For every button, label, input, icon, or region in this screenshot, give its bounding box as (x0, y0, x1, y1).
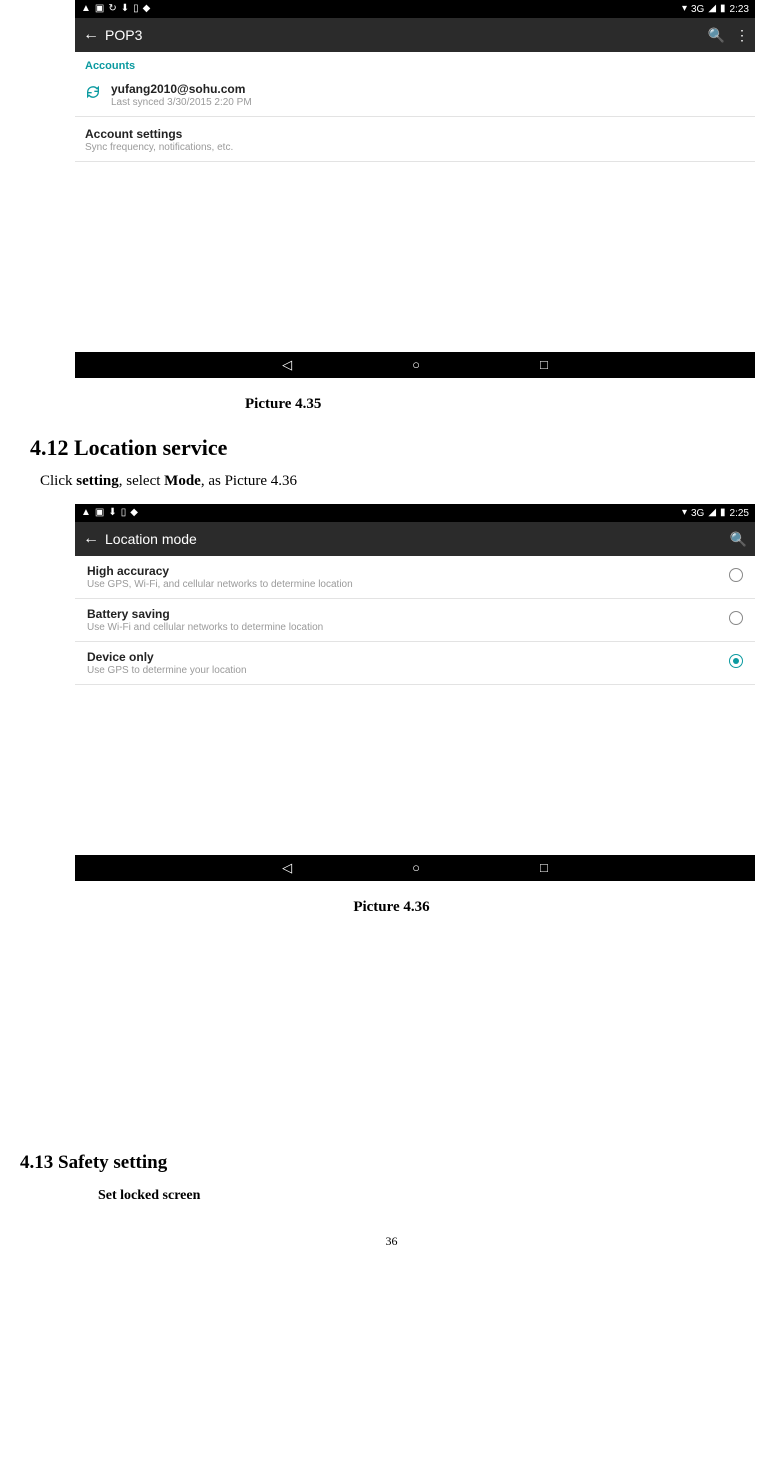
search-icon[interactable]: 🔍 (730, 531, 747, 548)
debug-icon: ◆ (130, 508, 138, 518)
row-title: Device only (87, 650, 729, 664)
signal-icon: ◢ (708, 4, 716, 14)
caption-436: Picture 4.36 (20, 899, 763, 916)
account-synced: Last synced 3/30/2015 2:20 PM (111, 97, 745, 108)
sdcard-icon: ▯ (133, 4, 139, 14)
notif-icon: ▣ (95, 4, 104, 14)
sdcard-icon: ▯ (121, 508, 127, 518)
nav-home-icon[interactable]: ○ (412, 860, 420, 876)
row-sub: Use GPS to determine your location (87, 665, 729, 676)
section-412-heading: 4.12 Location service (30, 435, 763, 461)
status-bar: ▲ ▣ ⬇ ▯ ◆ ▾ 3G ◢ ▮ 2:25 (75, 504, 755, 522)
nav-bar: ◁ ○ □ (75, 855, 755, 881)
sync-icon (85, 84, 101, 100)
notif-icon: ▣ (95, 508, 104, 518)
back-icon[interactable]: ← (83, 531, 99, 547)
warning-icon: ▲ (81, 508, 91, 518)
nav-bar: ◁ ○ □ (75, 352, 755, 378)
back-icon[interactable]: ← (83, 27, 99, 43)
nav-recent-icon[interactable]: □ (540, 357, 548, 373)
account-row[interactable]: yufang2010@sohu.com Last synced 3/30/201… (75, 76, 755, 117)
radio-selected-icon[interactable] (729, 654, 743, 668)
clock-label: 2:25 (730, 508, 749, 519)
account-settings-row[interactable]: Account settings Sync frequency, notific… (75, 117, 755, 162)
account-settings-sub: Sync frequency, notifications, etc. (85, 142, 745, 153)
screenshot-location-mode: ▲ ▣ ⬇ ▯ ◆ ▾ 3G ◢ ▮ 2:25 ← Location mode … (75, 504, 755, 881)
section-413-sub: Set locked screen (98, 1188, 763, 1204)
battery-icon: ▮ (720, 508, 726, 518)
app-title: Location mode (105, 531, 197, 547)
nav-home-icon[interactable]: ○ (412, 357, 420, 373)
wifi-icon: ▾ (682, 508, 687, 518)
accounts-header: Accounts (75, 52, 755, 76)
app-bar: ← Location mode 🔍 (75, 522, 755, 556)
radio-icon[interactable] (729, 611, 743, 625)
row-sub: Use GPS, Wi-Fi, and cellular networks to… (87, 579, 729, 590)
location-row-device-only[interactable]: Device only Use GPS to determine your lo… (75, 642, 755, 685)
network-label: 3G (691, 508, 704, 519)
account-settings-title: Account settings (85, 127, 745, 141)
clock-label: 2:23 (730, 4, 749, 15)
caption-435: Picture 4.35 (20, 396, 763, 413)
status-bar: ▲ ▣ ↻ ⬇ ▯ ◆ ▾ 3G ◢ ▮ 2:23 (75, 0, 755, 18)
radio-icon[interactable] (729, 568, 743, 582)
page-number: 36 (20, 1234, 763, 1249)
section-413-heading: 4.13 Safety setting (20, 1152, 763, 1174)
sync-status-icon: ↻ (108, 4, 116, 14)
row-sub: Use Wi-Fi and cellular networks to deter… (87, 622, 729, 633)
account-email: yufang2010@sohu.com (111, 82, 745, 96)
wifi-icon: ▾ (682, 4, 687, 14)
app-bar: ← POP3 🔍 ⋮ (75, 18, 755, 52)
nav-back-icon[interactable]: ◁ (282, 357, 292, 373)
location-row-battery-saving[interactable]: Battery saving Use Wi-Fi and cellular ne… (75, 599, 755, 642)
overflow-icon[interactable]: ⋮ (735, 27, 747, 44)
debug-icon: ◆ (143, 4, 151, 14)
section-412-body: Click setting, select Mode, as Picture 4… (40, 473, 763, 490)
download-icon: ⬇ (108, 508, 116, 518)
signal-icon: ◢ (708, 508, 716, 518)
download-icon: ⬇ (121, 4, 129, 14)
nav-back-icon[interactable]: ◁ (282, 860, 292, 876)
warning-icon: ▲ (81, 4, 91, 14)
screenshot-pop3: ▲ ▣ ↻ ⬇ ▯ ◆ ▾ 3G ◢ ▮ 2:23 ← POP3 🔍 ⋮ (75, 0, 755, 378)
row-title: High accuracy (87, 564, 729, 578)
battery-icon: ▮ (720, 4, 726, 14)
location-row-high-accuracy[interactable]: High accuracy Use GPS, Wi-Fi, and cellul… (75, 556, 755, 599)
network-label: 3G (691, 4, 704, 15)
nav-recent-icon[interactable]: □ (540, 860, 548, 876)
app-title: POP3 (105, 27, 142, 43)
row-title: Battery saving (87, 607, 729, 621)
search-icon[interactable]: 🔍 (708, 27, 725, 44)
